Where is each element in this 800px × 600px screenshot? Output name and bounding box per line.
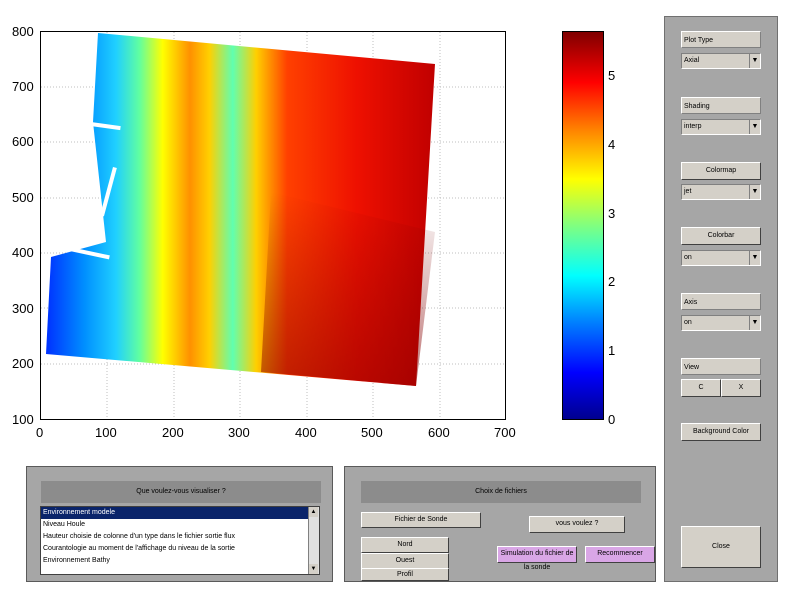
visualize-listbox[interactable]: Environnement modele Niveau Houle Hauteu…	[40, 506, 320, 575]
colorbar-tick: 3	[608, 206, 616, 221]
y-tick: 600	[12, 134, 34, 149]
contour-plot	[41, 32, 505, 419]
plot-type-label: Plot Type	[681, 31, 761, 48]
x-tick: 700	[494, 425, 516, 440]
colormap-select[interactable]: jet ▼	[681, 184, 761, 200]
colormap-button[interactable]: Colormap	[681, 162, 761, 180]
colorbar-tick: 2	[608, 274, 616, 289]
x-tick: 200	[162, 425, 184, 440]
view-label: View	[681, 358, 761, 375]
axis-label: Axis	[681, 293, 761, 310]
list-item[interactable]: Environnement modele	[41, 507, 309, 519]
y-tick: 800	[12, 24, 34, 39]
chevron-down-icon[interactable]: ▼	[749, 185, 760, 199]
question-label: vous voulez ?	[529, 516, 625, 533]
option-profil[interactable]: Profil	[361, 568, 449, 581]
listbox-scrollbar[interactable]: ▲ ▼	[308, 507, 319, 574]
colorbar	[562, 31, 604, 420]
y-tick: 300	[12, 301, 34, 316]
plot-type-select[interactable]: Axial ▼	[681, 53, 761, 69]
list-item[interactable]: Niveau Houle	[41, 519, 309, 531]
list-item[interactable]: Courantologie au moment de l'affichage d…	[41, 543, 309, 555]
x-tick: 600	[428, 425, 450, 440]
x-tick: 400	[295, 425, 317, 440]
colorbar-tick: 4	[608, 137, 616, 152]
x-tick: 100	[95, 425, 117, 440]
simulate-button[interactable]: Simulation du fichier de la sonde	[497, 546, 577, 571]
x-tick: 500	[361, 425, 383, 440]
option-nord[interactable]: Nord	[361, 537, 449, 553]
chevron-down-icon[interactable]: ▼	[749, 251, 760, 265]
background-color-button[interactable]: Background Color	[681, 423, 761, 441]
x-tick: 0	[36, 425, 44, 440]
view-button-c[interactable]: C	[681, 379, 721, 397]
colormap-value: jet	[684, 188, 692, 195]
file-choice-title: Choix de fichiers	[361, 481, 641, 503]
chevron-down-icon[interactable]: ▼	[749, 120, 760, 134]
scroll-up-icon[interactable]: ▲	[309, 507, 318, 517]
colorbar-tick: 5	[608, 68, 616, 83]
colorbar-button[interactable]: Colorbar	[681, 227, 761, 245]
chevron-down-icon[interactable]: ▼	[749, 54, 760, 68]
option-ouest[interactable]: Ouest	[361, 553, 449, 569]
shading-label: Shading	[681, 97, 761, 114]
main-plot-axes	[40, 31, 506, 420]
scroll-down-icon[interactable]: ▼	[309, 564, 318, 574]
visualize-title: Que voulez-vous visualiser ?	[41, 481, 321, 503]
axis-value: on	[684, 319, 692, 326]
restart-button[interactable]: Recommencer	[585, 546, 655, 563]
file-choice-panel: Choix de fichiers Fichier de Sonde Nord …	[344, 466, 656, 582]
y-tick: 200	[12, 356, 34, 371]
y-tick: 100	[12, 412, 34, 427]
colorbar-tick: 0	[608, 412, 616, 427]
axis-select[interactable]: on ▼	[681, 315, 761, 331]
y-tick: 400	[12, 245, 34, 260]
colorbar-value: on	[684, 254, 692, 261]
file-sonde-button[interactable]: Fichier de Sonde	[361, 512, 481, 528]
y-tick: 700	[12, 79, 34, 94]
colorbar-tick: 1	[608, 343, 616, 358]
chevron-down-icon[interactable]: ▼	[749, 316, 760, 330]
shading-value: interp	[684, 123, 702, 130]
x-tick: 300	[228, 425, 250, 440]
view-button-x[interactable]: X	[721, 379, 761, 397]
list-item[interactable]: Hauteur choisie de colonne d'un type dan…	[41, 531, 309, 543]
colorbar-select[interactable]: on ▼	[681, 250, 761, 266]
list-item[interactable]: Environnement Bathy	[41, 555, 309, 567]
plot-type-value: Axial	[684, 57, 700, 64]
control-panel: Plot Type Axial ▼ Shading interp ▼ Color…	[664, 16, 778, 582]
shading-select[interactable]: interp ▼	[681, 119, 761, 135]
y-tick: 500	[12, 190, 34, 205]
close-button[interactable]: Close	[681, 526, 761, 568]
